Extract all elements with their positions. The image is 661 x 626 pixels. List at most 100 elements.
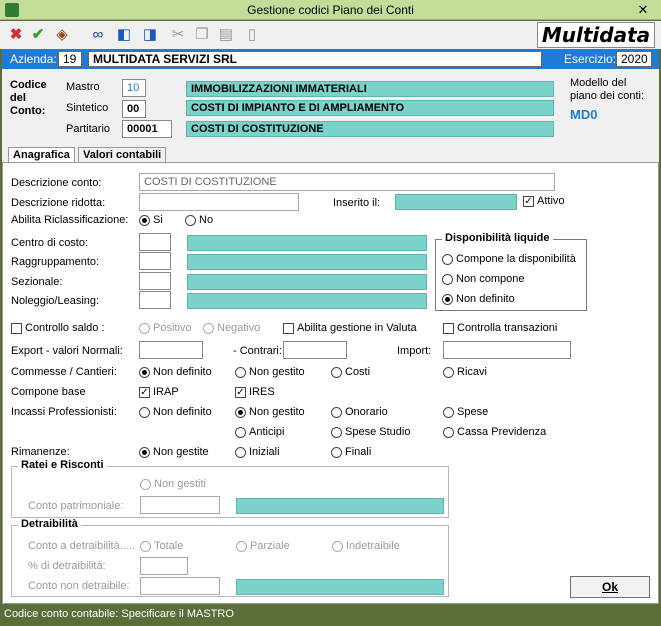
modello-value: MD0 — [570, 107, 598, 122]
disp-non-compone-radio[interactable]: Non compone — [442, 273, 525, 285]
sezionale-description — [187, 274, 427, 290]
modello-label: Modello del piano dei conti: — [570, 77, 644, 102]
tab-anagrafica[interactable]: Anagrafica — [8, 147, 75, 163]
centro-input[interactable] — [139, 233, 171, 251]
azienda-bar: Azienda: 19 MULTIDATA SERVIZI SRL Eserci… — [2, 49, 659, 69]
incassi-cassa-previdenza-radio[interactable]: Cassa Previdenza — [443, 426, 546, 438]
anagrafica-panel: Descrizione conto: COSTI DI COSTITUZIONE… — [2, 162, 659, 604]
rimanenze-iniziali-radio[interactable]: Iniziali — [235, 446, 280, 458]
ratei-title: Ratei e Risconti — [18, 459, 107, 471]
incassi-anticipi-radio[interactable]: Anticipi — [235, 426, 284, 438]
ratei-non-gestiti-radio[interactable]: Non gestiti — [140, 478, 206, 490]
noleggio-label: Noleggio/Leasing: — [11, 295, 100, 307]
attivo-checkbox[interactable]: ✓ Attivo — [523, 195, 565, 207]
confirm-icon[interactable]: ✔ — [28, 24, 48, 46]
controlla-transazioni-checkbox[interactable]: Controlla transazioni — [443, 322, 557, 334]
controllo-saldo-checkbox[interactable]: Controllo saldo : — [11, 322, 105, 334]
copy-icon[interactable]: ❐ — [192, 24, 212, 46]
inserito-label: Inserito il: — [333, 197, 381, 209]
riclass-si-radio[interactable]: Si — [139, 214, 163, 226]
incassi-spese-radio[interactable]: Spese — [443, 406, 488, 418]
disponibilita-title: Disponibilità liquide — [442, 232, 553, 244]
rimanenze-non-gestite-radio[interactable]: Non gestite — [139, 446, 209, 458]
check-icon: ✓ — [523, 195, 534, 207]
positivo-radio[interactable]: Positivo — [139, 322, 192, 334]
commesse-non-gestito-radio[interactable]: Non gestito — [235, 366, 305, 378]
conto-patrimoniale-input[interactable] — [140, 496, 220, 514]
raggruppamento-input[interactable] — [139, 252, 171, 270]
window-title: Gestione codici Piano dei Conti — [247, 3, 414, 17]
edit-icon[interactable]: ◈ — [52, 24, 72, 46]
detraibilita-group: Detraibilità Conto a detraibilità..... T… — [11, 518, 449, 597]
incassi-non-gestito-radio[interactable]: Non gestito — [235, 406, 305, 418]
sintetico-input[interactable]: 00 — [122, 100, 146, 118]
conto-detraibilita-label: Conto a detraibilità..... — [28, 540, 136, 552]
new-doc-icon[interactable]: ▯ — [242, 24, 262, 46]
negativo-radio[interactable]: Negativo — [203, 322, 260, 334]
contrari-label: - Contrari: — [233, 345, 282, 357]
ires-checkbox[interactable]: ✓ IRES — [235, 386, 275, 398]
multidata-logo: Multidata — [537, 22, 655, 48]
import-input[interactable] — [443, 341, 571, 359]
detr-parziale-radio[interactable]: Parziale — [236, 540, 290, 552]
noleggio-input[interactable] — [139, 291, 171, 309]
binoculars-icon[interactable]: ∞ — [88, 24, 108, 46]
abilita-valuta-checkbox[interactable]: Abilita gestione in Valuta — [283, 322, 417, 334]
rimanenze-label: Rimanenze: — [11, 446, 70, 458]
descrizione-input[interactable]: COSTI DI COSTITUZIONE — [139, 173, 555, 191]
sezionale-label: Sezionale: — [11, 276, 63, 288]
mastro-label: Mastro — [66, 81, 100, 93]
window-titlebar: Gestione codici Piano dei Conti — [0, 0, 661, 20]
sintetico-label: Sintetico — [66, 102, 109, 114]
inserito-value — [395, 194, 517, 210]
incassi-label: Incassi Professionisti: — [11, 406, 117, 418]
partitario-description: COSTI DI COSTITUZIONE — [186, 121, 554, 137]
disp-compone-radio[interactable]: Compone la disponibilità — [442, 253, 576, 265]
incassi-onorario-radio[interactable]: Onorario — [331, 406, 388, 418]
incassi-non-definito-radio[interactable]: Non definito — [139, 406, 212, 418]
cut-icon[interactable]: ✂ — [168, 24, 188, 46]
close-window-icon[interactable]: ✕ — [633, 2, 653, 18]
ratei-group: Ratei e Risconti Non gestiti Conto patri… — [11, 459, 449, 518]
azienda-label: Azienda: — [10, 52, 57, 66]
irap-checkbox[interactable]: ✓ IRAP — [139, 386, 179, 398]
conto-non-detraibile-input[interactable] — [140, 577, 220, 595]
riclass-no-radio[interactable]: No — [185, 214, 213, 226]
cancel-icon[interactable]: ✖ — [6, 24, 26, 46]
ridotta-input[interactable] — [139, 193, 299, 211]
partitario-input[interactable]: 00001 — [122, 120, 172, 138]
export-normali-input[interactable] — [139, 341, 203, 359]
conto-patrimoniale-description — [236, 498, 444, 514]
commesse-costi-radio[interactable]: Costi — [331, 366, 370, 378]
ok-button[interactable]: Ok — [570, 576, 650, 598]
next-icon[interactable]: ◨ — [140, 24, 160, 46]
raggruppamento-description — [187, 254, 427, 270]
conto-patrimoniale-label: Conto patrimoniale: — [28, 500, 124, 512]
riclass-label: Abilita Riclassificazione: — [11, 214, 129, 226]
disponibilita-group: Disponibilità liquide Compone la disponi… — [435, 232, 587, 311]
perc-detraibilita-input[interactable] — [140, 557, 188, 575]
partitario-label: Partitario — [66, 123, 111, 135]
conto-non-detraibile-label: Conto non detraibile: — [28, 580, 130, 592]
paste-icon[interactable]: ▤ — [216, 24, 236, 46]
commesse-ricavi-radio[interactable]: Ricavi — [443, 366, 487, 378]
detr-indetraibile-radio[interactable]: Indetraibile — [332, 540, 400, 552]
detraibilita-title: Detraibilità — [18, 518, 81, 530]
incassi-spese-studio-radio[interactable]: Spese Studio — [331, 426, 410, 438]
disp-non-definito-radio[interactable]: Non definito — [442, 293, 515, 305]
conto-non-detraibile-description — [236, 579, 444, 595]
sezionale-input[interactable] — [139, 272, 171, 290]
esercizio-label: Esercizio: — [564, 52, 617, 66]
prev-icon[interactable]: ◧ — [114, 24, 134, 46]
detr-totale-radio[interactable]: Totale — [140, 540, 183, 552]
rimanenze-finali-radio[interactable]: Finali — [331, 446, 371, 458]
commesse-non-definito-radio[interactable]: Non definito — [139, 366, 212, 378]
perc-detraibilita-label: % di detraibilità: — [28, 560, 106, 572]
azienda-code: 19 — [58, 51, 82, 67]
mastro-input[interactable]: 10 — [122, 79, 146, 97]
descrizione-label: Descrizione conto: — [11, 177, 102, 189]
tab-valori-contabili[interactable]: Valori contabili — [78, 147, 167, 163]
export-contrari-input[interactable] — [283, 341, 347, 359]
centro-label: Centro di costo: — [11, 237, 89, 249]
tab-strip: Anagrafica Valori contabili — [2, 147, 659, 163]
